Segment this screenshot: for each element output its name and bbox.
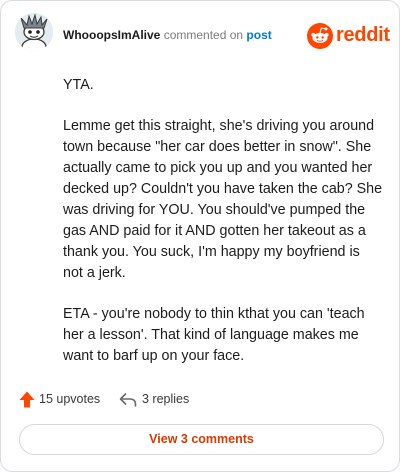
comment-header: WhooopsImAlive commented on post reddit [15, 13, 390, 57]
replies-button[interactable]: 3 replies [119, 389, 209, 411]
comment-byline: WhooopsImAlive commented on post [63, 28, 272, 42]
reddit-snoo-logo-icon [307, 23, 333, 49]
comment-card: WhooopsImAlive commented on post reddit … [0, 0, 400, 472]
post-link[interactable]: post [246, 28, 271, 42]
upvote-count: 15 upvotes [39, 392, 101, 406]
user-avatar[interactable] [15, 13, 53, 51]
comment-paragraph: Lemme get this straight, she's driving y… [63, 118, 383, 281]
username-link[interactable]: WhooopsImAlive [63, 28, 160, 42]
comment-paragraph: YTA. [63, 77, 94, 93]
comment-paragraph: ETA - you're nobody to thin kthat you ca… [63, 306, 365, 364]
upvote-arrow-icon [19, 391, 35, 408]
reddit-logo[interactable]: reddit [307, 23, 390, 49]
reddit-wordmark: reddit [336, 24, 390, 46]
upvote-button[interactable]: 15 upvotes [19, 389, 105, 411]
reply-arrow-icon [119, 393, 137, 407]
view-comments-button[interactable]: View 3 comments [19, 424, 384, 455]
comment-body: YTA. Lemme get this straight, she's driv… [63, 75, 383, 387]
replies-count: 3 replies [142, 392, 190, 406]
commented-on-text: commented on [163, 28, 244, 42]
snoo-avatar-icon [15, 13, 53, 51]
